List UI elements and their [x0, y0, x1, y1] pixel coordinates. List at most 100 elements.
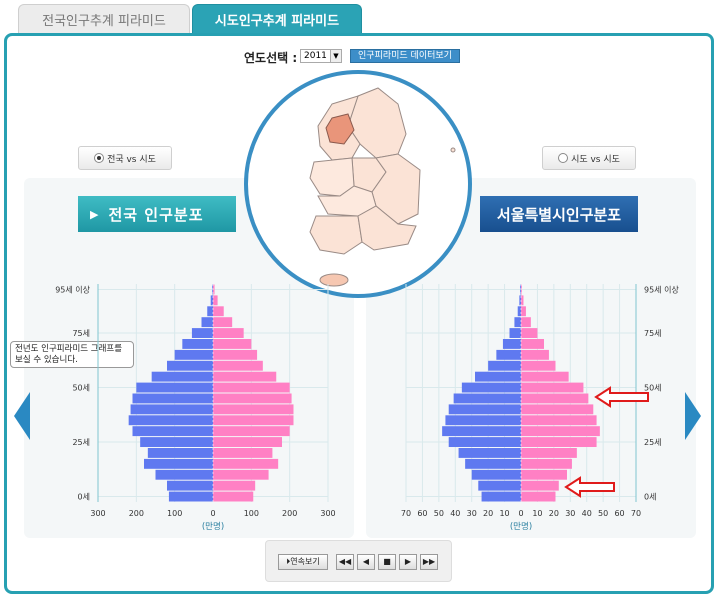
age-tick-label: 75세 — [72, 329, 90, 338]
female-bar — [521, 426, 600, 437]
female-bar — [521, 469, 567, 480]
radio-sido-vs-sido[interactable]: 시도 vs 시도 — [542, 146, 636, 170]
age-tick-label: 25세 — [72, 438, 90, 447]
previous-year-arrow-icon[interactable] — [12, 392, 32, 440]
fast-forward-button[interactable]: ▶▶ — [420, 554, 438, 570]
x-tick-label: 60 — [417, 509, 427, 518]
male-bar — [517, 306, 521, 317]
female-bar — [213, 426, 290, 437]
rewind-button[interactable]: ◀◀ — [336, 554, 354, 570]
male-bar — [514, 317, 521, 328]
male-bar — [475, 371, 521, 382]
female-bar — [213, 458, 279, 469]
male-bar — [502, 339, 521, 349]
x-tick-label: 20 — [549, 509, 559, 518]
male-bar — [210, 295, 213, 306]
male-bar — [168, 491, 213, 502]
male-bar — [496, 349, 521, 360]
stop-icon: ■ — [383, 557, 391, 566]
female-bar — [213, 339, 252, 349]
banner-title: 전국 인구분포 — [108, 205, 204, 224]
female-bar — [213, 295, 218, 306]
radio-national-vs-sido[interactable]: 전국 vs 시도 — [78, 146, 172, 170]
korea-map-svg[interactable] — [248, 74, 468, 294]
x-tick-label: 60 — [614, 509, 624, 518]
year-select[interactable]: 2011 ▼ — [300, 49, 342, 63]
continuous-view-label: 연속보기 — [290, 557, 320, 566]
age-tick-label: 25세 — [644, 438, 662, 447]
x-axis-label: (만명) — [202, 521, 224, 532]
x-tick-label: 40 — [450, 509, 460, 518]
female-bar — [521, 317, 531, 328]
national-pyramid-chart: 300 200 100 0 100 200 3000세25세50세75세95세 이상(만명) — [55, 284, 336, 532]
age-tick-label: 75세 — [644, 329, 662, 338]
x-tick-label: 40 — [582, 509, 592, 518]
x-tick-label: 30 — [467, 509, 477, 518]
female-bar — [521, 295, 524, 306]
tab-sido-pyramid[interactable]: 시도인구추계 피라미드 — [192, 4, 362, 34]
x-tick-label: 50 — [434, 509, 444, 518]
male-bar — [140, 437, 213, 447]
male-bar — [151, 371, 213, 382]
female-bar — [521, 306, 526, 317]
male-bar — [144, 458, 213, 469]
x-tick-label: 300 — [90, 509, 105, 518]
annotation-arrow-icon — [594, 386, 649, 408]
female-bar — [521, 393, 589, 404]
korea-map[interactable] — [244, 70, 472, 298]
tab-label: 시도인구추계 피라미드 — [214, 14, 340, 29]
female-bar — [213, 349, 258, 360]
female-bar — [521, 480, 559, 491]
female-bar — [521, 360, 556, 371]
step-forward-button[interactable]: ▶ — [399, 554, 417, 570]
female-bar — [213, 317, 233, 328]
play-triangle-icon: ▶ — [90, 207, 99, 221]
stop-button[interactable]: ■ — [378, 554, 396, 570]
tab-national-pyramid[interactable]: 전국인구추계 피라미드 — [18, 4, 190, 34]
female-bar — [213, 437, 282, 447]
x-tick-label: 100 — [167, 509, 182, 518]
female-bar — [213, 404, 294, 415]
tab-label: 전국인구추계 피라미드 — [42, 14, 166, 29]
step-back-button[interactable]: ◀ — [357, 554, 375, 570]
continuous-view-button[interactable]: ⏵연속보기 — [278, 554, 328, 570]
map-region-ulleungdo — [450, 147, 456, 153]
x-tick-label: 70 — [401, 509, 411, 518]
male-bar — [445, 415, 521, 426]
chevron-down-icon: ▼ — [330, 50, 341, 62]
female-bar — [521, 339, 544, 349]
female-bar — [213, 328, 244, 338]
female-bar — [213, 382, 290, 393]
male-bar — [458, 448, 521, 458]
female-bar — [213, 393, 292, 404]
male-bar — [509, 328, 521, 338]
x-axis-label: (만명) — [510, 521, 532, 532]
x-tick-label: 0 — [210, 509, 215, 518]
female-bar — [521, 349, 549, 360]
male-bar — [207, 306, 213, 317]
female-bar — [521, 415, 597, 426]
male-bar — [132, 393, 213, 404]
x-tick-label: 0 — [518, 509, 523, 518]
male-bar — [182, 339, 213, 349]
male-bar — [448, 404, 521, 415]
male-bar — [128, 415, 213, 426]
male-bar — [130, 404, 213, 415]
x-tick-label: 10 — [499, 509, 509, 518]
male-bar — [167, 480, 213, 491]
left-chart-banner: ▶ 전국 인구분포 — [78, 196, 236, 232]
view-data-button[interactable]: 인구피라미드 데이터보기 — [350, 49, 460, 63]
rewind-icon: ◀◀ — [338, 557, 352, 566]
male-bar — [478, 480, 521, 491]
female-bar — [521, 328, 538, 338]
radio-unselected-icon — [558, 153, 569, 163]
radio-label: 시도 vs 시도 — [571, 154, 620, 165]
male-bar — [465, 458, 521, 469]
female-bar — [213, 491, 254, 502]
x-tick-label: 10 — [532, 509, 542, 518]
female-bar — [521, 458, 572, 469]
male-bar — [147, 448, 213, 458]
map-region-jeonnam — [309, 215, 363, 255]
male-bar — [461, 382, 521, 393]
female-bar — [213, 480, 256, 491]
